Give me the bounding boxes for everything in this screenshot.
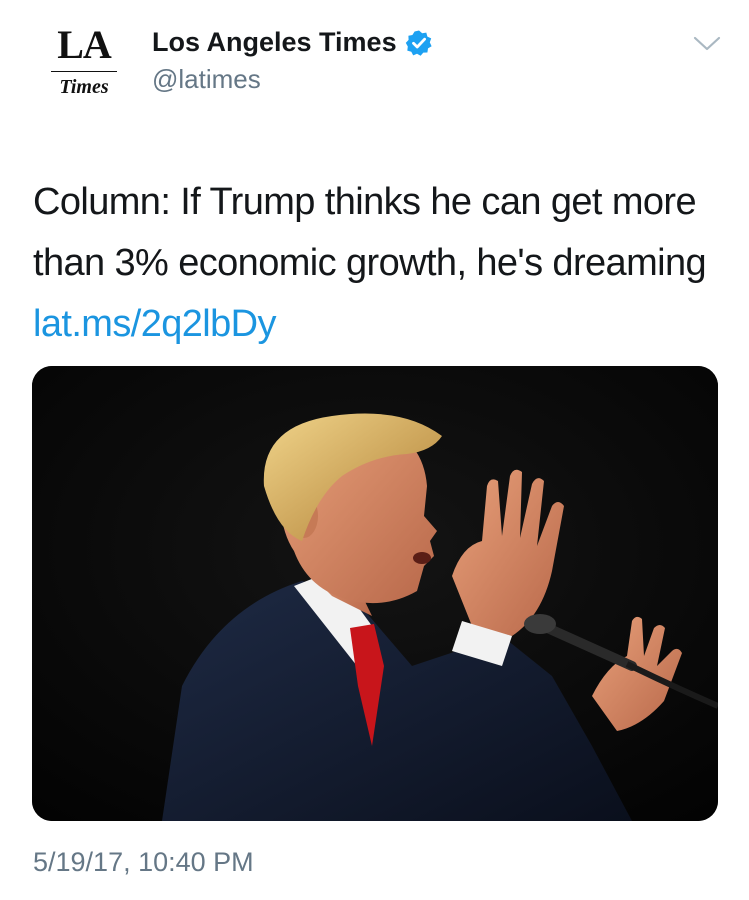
tweet-body: Column: If Trump thinks he can get more … (33, 181, 707, 284)
verified-badge-icon (405, 29, 433, 57)
tweet-text: Column: If Trump thinks he can get more … (33, 172, 723, 355)
account-avatar[interactable]: LA Times (40, 20, 128, 104)
logo-top-text: LA (57, 22, 112, 67)
tweet-link[interactable]: lat.ms/2q2lbDy (33, 303, 277, 345)
photo-illustration (32, 366, 718, 821)
account-name-row: Los Angeles Times (152, 27, 433, 58)
tweet-timestamp[interactable]: 5/19/17, 10:40 PM (33, 847, 254, 878)
logo-divider (51, 71, 117, 72)
tweet-photo[interactable] (32, 366, 718, 821)
chevron-down-icon[interactable] (692, 34, 722, 54)
account-handle[interactable]: @latimes (152, 64, 261, 95)
logo-bottom-text: Times (59, 76, 109, 98)
display-name[interactable]: Los Angeles Times (152, 27, 397, 58)
